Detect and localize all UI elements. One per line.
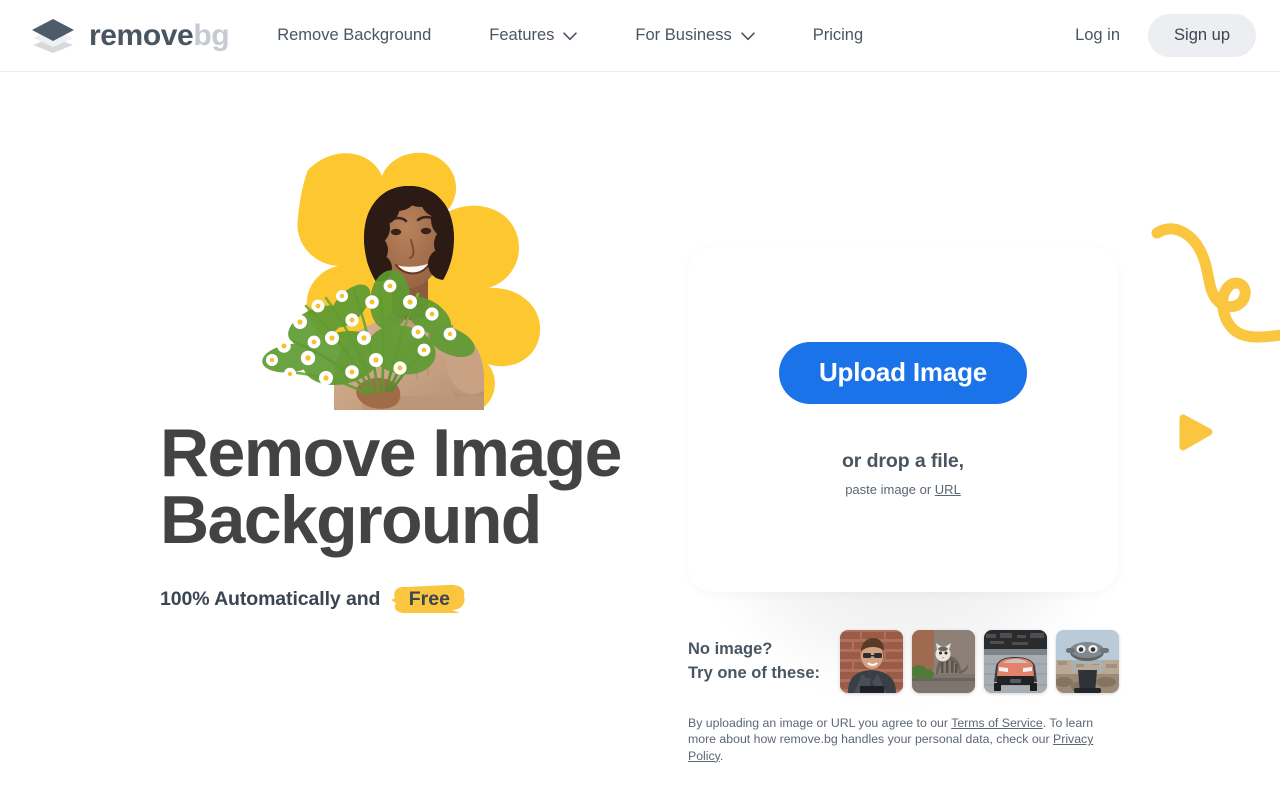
page-title: Remove Image Background — [160, 415, 622, 559]
header-account-actions: Log in Sign up — [1061, 14, 1256, 57]
legal-part3: . — [719, 748, 724, 763]
paste-url-text: paste image or URL — [845, 482, 961, 497]
url-link[interactable]: URL — [935, 482, 961, 497]
paste-prefix: paste image or — [845, 482, 935, 497]
sample-thumbnails — [840, 630, 1119, 693]
signup-button[interactable]: Sign up — [1148, 14, 1256, 57]
nav-label: Pricing — [812, 26, 864, 44]
hero-section: Remove Image Background 100% Automatical… — [0, 72, 1280, 800]
sample-man-glasses-brick-wall[interactable] — [840, 630, 903, 693]
main-navigation: Remove Background Features For Business … — [277, 18, 863, 53]
hero-subline: 100% Automatically and — [160, 588, 381, 611]
login-link[interactable]: Log in — [1061, 16, 1134, 55]
sample-label-line1: No image? — [688, 639, 773, 658]
nav-label: For Business — [635, 26, 732, 44]
brand-logo-link[interactable]: removebg — [30, 18, 230, 53]
nav-item-for-business[interactable]: For Business — [635, 18, 755, 53]
nav-item-pricing[interactable]: Pricing — [813, 18, 863, 53]
sample-orange-sports-car[interactable] — [984, 630, 1047, 693]
nav-item-features[interactable]: Features — [489, 18, 578, 53]
nav-item-remove-background[interactable]: Remove Background — [277, 18, 431, 53]
sample-images-row: No image? Try one of these: — [688, 630, 1120, 693]
free-highlight-badge: Free — [390, 583, 468, 617]
free-badge-label: Free — [408, 588, 450, 611]
sample-tower-viewer-binoculars[interactable] — [1056, 630, 1119, 693]
upload-dropzone[interactable]: Upload Image or drop a file, paste image… — [688, 247, 1118, 592]
legal-disclaimer: By uploading an image or URL you agree t… — [688, 715, 1124, 764]
hero-left-column: Remove Image Background 100% Automatical… — [160, 110, 640, 617]
hero-right-column: Upload Image or drop a file, paste image… — [688, 247, 1120, 764]
upload-image-button[interactable]: Upload Image — [778, 342, 1028, 404]
nav-label: Features — [489, 26, 555, 44]
sample-label-line2: Try one of these: — [688, 663, 821, 682]
sample-images-label: No image? Try one of these: — [688, 638, 840, 686]
sample-cat-on-ledge[interactable] — [912, 630, 975, 693]
legal-part1: By uploading an image or URL you agree t… — [688, 716, 952, 730]
drop-file-text: or drop a file, — [841, 450, 964, 472]
brand-wordmark: removebg — [89, 18, 230, 52]
chevron-down-icon — [563, 30, 578, 41]
hero-subline-row: 100% Automatically and Free — [160, 583, 640, 617]
hero-illustration — [166, 110, 566, 410]
nav-label: Remove Background — [277, 26, 432, 44]
yellow-squiggle-line — [1151, 223, 1280, 343]
brand-word-remove: remove — [89, 18, 194, 52]
terms-of-service-link[interactable]: Terms of Service — [951, 716, 1043, 730]
yellow-play-triangle — [1179, 414, 1213, 451]
site-header: removebg Remove Background Features For … — [0, 0, 1280, 72]
brand-word-bg: bg — [193, 18, 230, 52]
layers-diamond-icon — [30, 18, 76, 53]
chevron-down-icon — [740, 30, 755, 41]
